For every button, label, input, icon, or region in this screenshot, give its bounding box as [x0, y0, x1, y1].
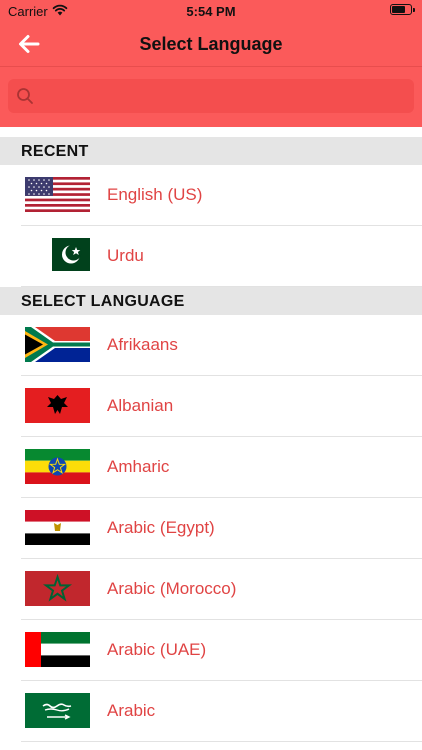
search-field[interactable] — [8, 79, 414, 113]
list-item[interactable]: Afrikaans — [0, 315, 422, 376]
language-label: Urdu — [107, 246, 144, 265]
list-item[interactable]: Urdu — [0, 226, 422, 287]
list-item[interactable]: Amharic — [0, 437, 422, 498]
search-input[interactable] — [40, 85, 406, 109]
south-africa-flag-icon — [25, 327, 90, 367]
section-header-recent: RECENT — [0, 137, 422, 165]
spacer — [0, 127, 422, 137]
ethiopia-flag-icon — [25, 449, 90, 489]
language-label: Afrikaans — [107, 335, 178, 354]
language-label: English (US) — [107, 185, 203, 204]
search-bar — [0, 66, 422, 127]
saudi-arabia-flag-icon — [25, 693, 90, 733]
language-label: Arabic (Egypt) — [107, 518, 215, 537]
uae-flag-icon — [25, 632, 90, 672]
us-flag-icon — [25, 177, 90, 217]
divider — [21, 286, 422, 287]
list-item[interactable]: Albanian — [0, 376, 422, 437]
list-item[interactable]: Arabic (UAE) — [0, 620, 422, 681]
section-header-select-language: SELECT LANGUAGE — [0, 287, 422, 315]
divider — [21, 741, 422, 742]
language-label: Arabic (UAE) — [107, 640, 207, 659]
language-label: Amharic — [107, 457, 170, 476]
list-item[interactable]: Arabic (Egypt) — [0, 498, 422, 559]
search-icon — [16, 87, 34, 110]
morocco-flag-icon — [25, 571, 90, 611]
pakistan-flag-icon — [25, 238, 105, 278]
albania-flag-icon — [25, 388, 90, 428]
language-label: Albanian — [107, 396, 174, 415]
egypt-flag-icon — [25, 510, 90, 550]
status-bar: Carrier 5:54 PM — [0, 0, 422, 22]
language-label: Arabic (Morocco) — [107, 579, 237, 598]
list-item[interactable]: Arabic — [0, 681, 422, 742]
language-label: Arabic — [107, 701, 156, 720]
battery-icon — [390, 4, 415, 15]
page-title: Select Language — [139, 34, 283, 54]
list-item[interactable]: Arabic (Morocco) — [0, 559, 422, 620]
nav-bar: Select Language — [0, 22, 422, 66]
list-item[interactable]: English (US) — [0, 165, 422, 226]
status-time: 5:54 PM — [186, 4, 236, 19]
